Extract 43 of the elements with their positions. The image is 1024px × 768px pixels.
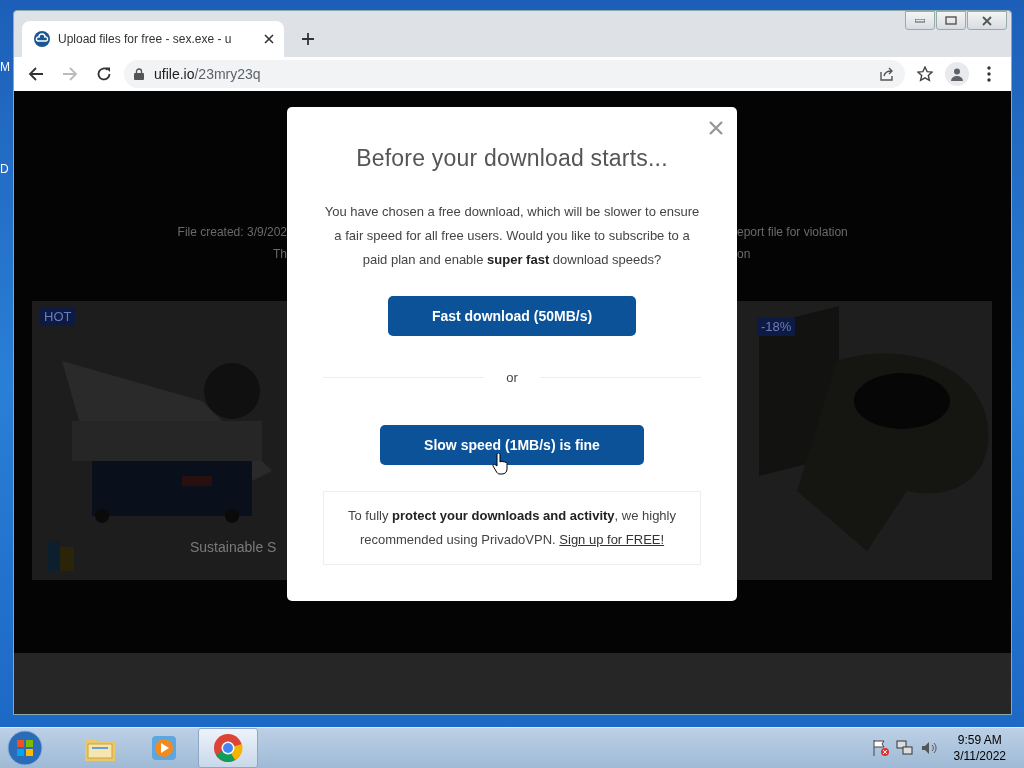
menu-icon[interactable] [987,66,991,82]
minimize-button[interactable] [905,11,935,30]
desktop-icon-label[interactable]: M [0,60,12,74]
page-text: on [737,247,751,261]
network-icon[interactable] [895,739,914,757]
chrome-icon [213,733,243,763]
profile-avatar[interactable] [945,62,969,86]
maximize-icon [945,16,957,25]
flag-icon[interactable] [871,739,890,757]
minimize-icon [915,18,925,23]
page-text: eport file for violation [737,225,848,239]
browser-tab[interactable]: Upload files for free - sex.exe - u [22,21,284,57]
media-player-icon [150,734,178,762]
lock-icon [134,68,144,80]
maximize-button[interactable] [936,11,966,30]
reload-icon[interactable] [96,66,112,82]
share-icon[interactable] [880,67,895,81]
ad-badge: -18% [757,317,796,336]
close-button[interactable] [967,11,1007,30]
dialog-message: You have chosen a free download, which will be slower to ensure a fair speed for all free users. Would you like to subscribe to a paid plan and enable super fast download speeds? [323,203,701,269]
slow-download-button[interactable]: Slow speed (1MB/s) is fine [380,425,644,465]
star-icon[interactable] [917,66,933,82]
page-text: Th [273,247,287,261]
back-icon[interactable] [28,66,44,82]
signup-link[interactable]: Sign up for FREE! [559,532,665,547]
ad-badge: HOT [40,307,76,326]
taskbar-button[interactable] [198,728,258,768]
clock-date[interactable]: 3/11/2022 [953,748,1006,764]
address-bar[interactable]: ufile.io/23mry23q [124,60,905,88]
hand-cursor-icon [492,453,508,475]
clock-time[interactable]: 9:59 AM [957,732,1002,748]
divider-text: or [506,370,518,385]
start-button[interactable] [6,729,44,767]
page-text: File created: 3/9/202 [177,225,287,239]
close-icon [981,15,993,26]
fast-download-button[interactable]: Fast download (50MB/s) [388,296,636,336]
desktop-icon-label[interactable]: D [0,162,12,176]
ad-caption: Sustainable S [190,539,277,555]
cloud-icon [34,31,50,47]
dialog-title: Before your download starts... [356,145,668,172]
close-icon[interactable] [264,34,274,44]
vpn-notice: To fully protect your downloads and activity, we highly recommended using PrivadoVPN. Sign up for FREE! [323,491,701,565]
plus-icon[interactable] [301,32,315,46]
